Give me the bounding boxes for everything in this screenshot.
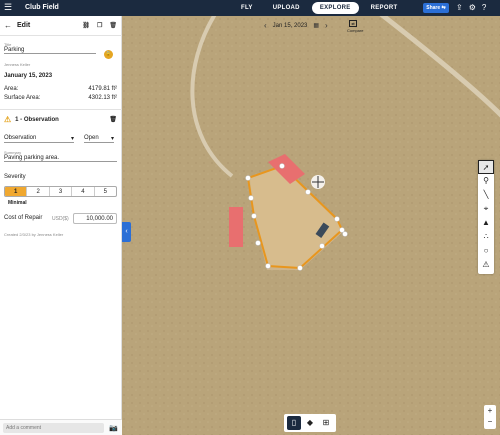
cost-row: Cost of Repair USD($) 10,000.00 bbox=[4, 213, 117, 225]
share-button[interactable]: Share ⇆ bbox=[423, 3, 449, 13]
area-row: Area: 4179.81 ft² bbox=[4, 86, 117, 92]
created-info: Created 2/3/23 by Jenness Keller bbox=[4, 232, 64, 237]
chevron-down-icon: ▾ bbox=[70, 136, 74, 142]
divider bbox=[0, 109, 122, 110]
camera-icon[interactable]: 📷 bbox=[109, 424, 118, 432]
comment-input[interactable]: Add a comment bbox=[3, 423, 104, 433]
tab-upload[interactable]: UPLOAD bbox=[265, 2, 308, 14]
top-nav-bar: ☰ Club Field FLY UPLOAD EXPLORE REPORT S… bbox=[0, 0, 500, 16]
status-select[interactable]: Open ▾ bbox=[84, 135, 114, 143]
capture-date: January 15, 2023 bbox=[4, 73, 53, 79]
surface-area-value: 4302.13 ft² bbox=[88, 95, 117, 101]
area-label: Area: bbox=[4, 86, 19, 92]
severity-label: Severity bbox=[4, 174, 26, 180]
back-arrow-icon[interactable]: ← bbox=[4, 21, 12, 30]
points-tool-icon[interactable]: ∴ bbox=[478, 230, 494, 244]
view-mode-switcher: ▯ ◆ ⊞ bbox=[284, 414, 336, 432]
severity-selector: 1 2 3 4 5 bbox=[4, 186, 117, 197]
menu-icon[interactable]: ☰ bbox=[4, 3, 12, 12]
polygon-tool-icon[interactable]: ⌖ bbox=[478, 202, 494, 216]
area-value: 4179.81 ft² bbox=[88, 86, 117, 92]
collapse-panel-button[interactable]: ‹ bbox=[122, 222, 131, 242]
currency-label: USD($) bbox=[52, 216, 69, 222]
surface-area-row: Surface Area: 4302.13 ft² bbox=[4, 95, 117, 101]
share-label: Share bbox=[426, 5, 441, 11]
aerial-imagery bbox=[122, 16, 500, 435]
app-title: Club Field bbox=[25, 4, 59, 11]
main-nav: FLY UPLOAD EXPLORE REPORT bbox=[233, 2, 405, 14]
divider bbox=[0, 35, 122, 36]
surface-area-label: Surface Area: bbox=[4, 95, 41, 101]
cost-input[interactable]: 10,000.00 bbox=[73, 213, 117, 224]
next-date-icon[interactable]: › bbox=[325, 21, 328, 30]
drawing-toolbar: ➚ ⚲ ╲ ⌖ ▲ ∴ ○ ⚠ bbox=[478, 160, 494, 274]
prev-date-icon[interactable]: ‹ bbox=[264, 21, 267, 30]
export-icon[interactable]: ⇪ bbox=[456, 3, 463, 12]
status-value: Open bbox=[84, 135, 99, 141]
severity-option-4[interactable]: 4 bbox=[72, 187, 95, 196]
map-2d-view-icon[interactable]: ▯ bbox=[287, 416, 301, 430]
trash-icon[interactable]: 🗑 bbox=[109, 22, 117, 29]
type-select[interactable]: Observation ▾ bbox=[4, 135, 74, 143]
warning-tool-icon[interactable]: ⚠ bbox=[478, 258, 494, 272]
cost-label: Cost of Repair bbox=[4, 215, 43, 221]
severity-option-2[interactable]: 2 bbox=[27, 187, 50, 196]
select-tool-icon[interactable]: ➚ bbox=[478, 160, 494, 174]
title-input[interactable]: Parking bbox=[4, 47, 96, 54]
severity-caption: Minimal bbox=[8, 200, 27, 206]
warning-icon: ⚠ bbox=[4, 115, 12, 124]
map-view[interactable] bbox=[122, 16, 500, 435]
chevron-down-icon: ▾ bbox=[110, 136, 114, 142]
zoom-controls: + − bbox=[484, 405, 496, 429]
tab-explore[interactable]: EXPLORE bbox=[311, 2, 359, 14]
gear-icon[interactable]: ⚙ bbox=[469, 3, 476, 12]
help-icon[interactable]: ? bbox=[482, 3, 486, 12]
edit-panel: ← Edit ⛓ ❐ 🗑 Title Parking 🔒 Jenness Kel… bbox=[0, 16, 122, 435]
trash-icon[interactable]: 🗑 bbox=[109, 116, 117, 123]
type-value: Observation bbox=[4, 135, 37, 141]
summary-input[interactable]: Paving parking area. bbox=[4, 155, 117, 162]
tab-report[interactable]: REPORT bbox=[363, 2, 406, 14]
observation-header: ⚠ 1 - Observation 🗑 bbox=[4, 115, 117, 124]
compare-button[interactable]: ⇄ Compare bbox=[347, 20, 363, 33]
severity-option-5[interactable]: 5 bbox=[95, 187, 116, 196]
copy-icon[interactable]: ❐ bbox=[97, 22, 102, 29]
line-tool-icon[interactable]: ╲ bbox=[478, 188, 494, 202]
split-view-icon[interactable]: ⊞ bbox=[319, 416, 333, 430]
panel-title: Edit bbox=[17, 21, 31, 29]
severity-option-3[interactable]: 3 bbox=[50, 187, 73, 196]
pin-tool-icon[interactable]: ⚲ bbox=[478, 174, 494, 188]
tab-fly[interactable]: FLY bbox=[233, 2, 261, 14]
author-name: Jenness Keller bbox=[4, 62, 31, 67]
date-selector: ‹ Jan 15, 2023 ▦ › bbox=[264, 21, 328, 30]
link-icon[interactable]: ⛓ bbox=[82, 22, 90, 29]
observation-title: 1 - Observation bbox=[15, 116, 59, 123]
compare-label: Compare bbox=[347, 28, 364, 33]
volume-tool-icon[interactable]: ▲ bbox=[478, 216, 494, 230]
model-3d-view-icon[interactable]: ◆ bbox=[303, 416, 317, 430]
comment-bar: Add a comment 📷 bbox=[0, 419, 122, 435]
current-date[interactable]: Jan 15, 2023 bbox=[273, 23, 308, 29]
compare-icon: ⇄ bbox=[349, 20, 357, 27]
edit-header: ← Edit ⛓ ❐ 🗑 bbox=[4, 20, 117, 30]
lock-icon[interactable]: 🔒 bbox=[104, 50, 113, 59]
move-handle-icon[interactable] bbox=[311, 175, 325, 189]
zoom-out-button[interactable]: − bbox=[484, 416, 496, 427]
severity-option-1[interactable]: 1 bbox=[5, 187, 28, 196]
calendar-icon[interactable]: ▦ bbox=[313, 22, 319, 29]
zoom-in-button[interactable]: + bbox=[484, 405, 496, 416]
circle-tool-icon[interactable]: ○ bbox=[478, 244, 494, 258]
